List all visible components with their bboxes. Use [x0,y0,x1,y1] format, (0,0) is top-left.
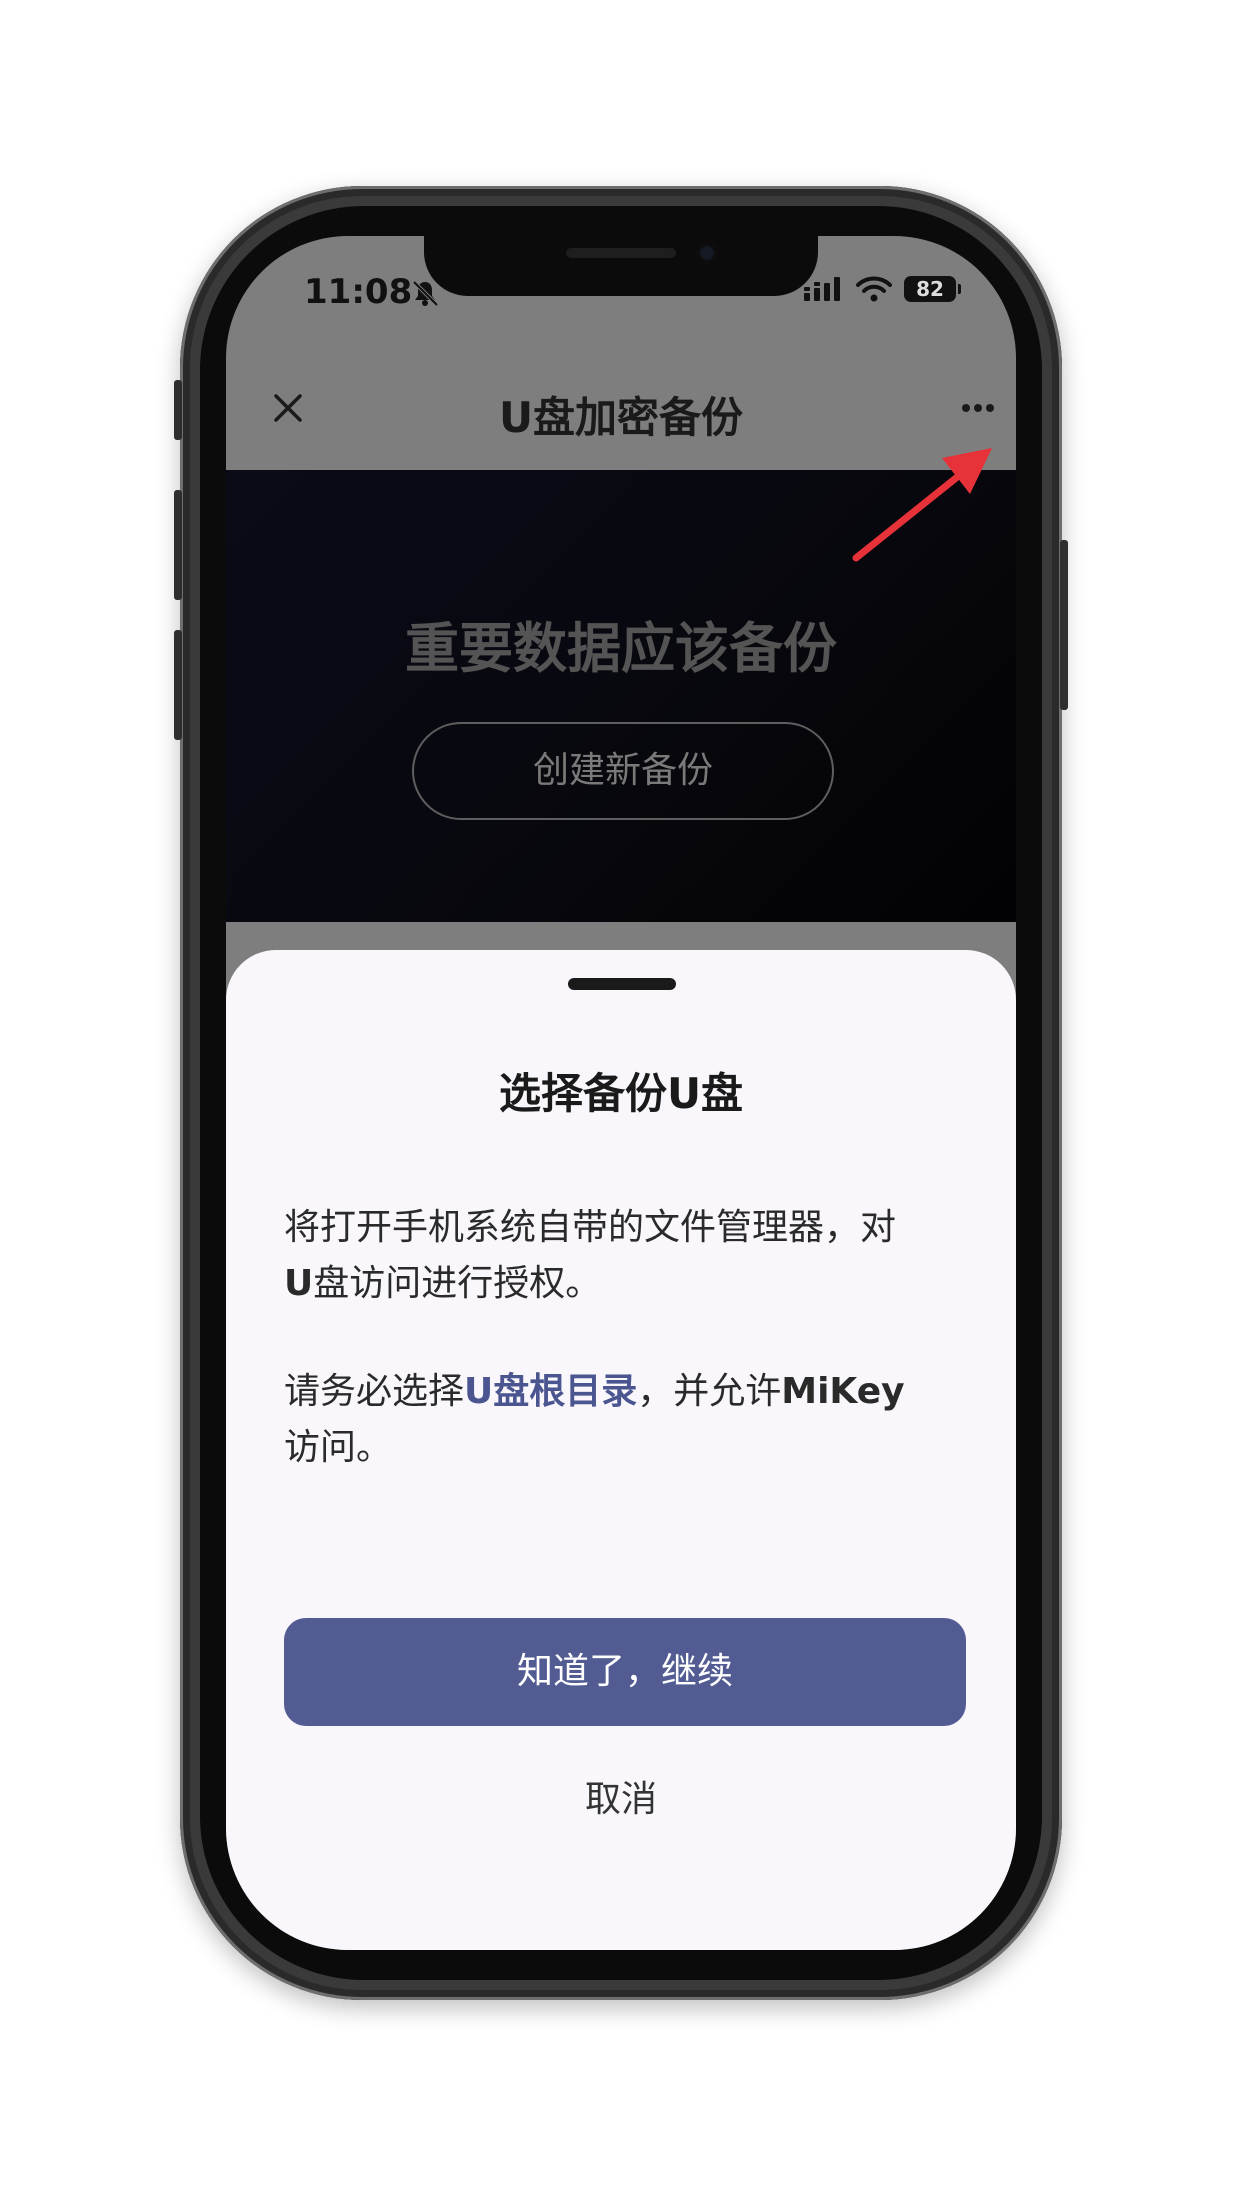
mute-switch [174,380,182,440]
create-backup-button[interactable]: 创建新备份 [412,722,834,820]
more-icon[interactable] [956,386,1000,430]
sheet-title: 选择备份U盘 [498,1069,744,1118]
signal-icon [804,277,840,301]
para2-prefix: 请务必选择 [284,1371,465,1412]
para2-suffix: 访问。 [284,1427,393,1468]
para2-bold: MiKey [781,1371,905,1412]
para1-line1: 将打开手机系统自带的文件管理器，对 [284,1207,897,1248]
speaker-grille [566,248,676,258]
cancel-button[interactable]: 取消 [226,1770,1016,1822]
status-icons: 82 [804,276,961,302]
volume-up-button [174,490,182,600]
confirm-continue-button[interactable]: 知道了，继续 [284,1618,966,1726]
notch [424,236,818,296]
para1-bold: U [284,1263,314,1304]
sheet-drag-handle[interactable] [568,978,676,990]
para2-middle: ，并允许 [637,1371,782,1412]
front-camera [696,242,718,264]
annotation-arrow-icon [852,448,992,562]
sheet-paragraph-2: 请务必选择U盘根目录，并允许MiKey 访问。 [284,1364,964,1476]
phone-screen: 11:08 82 U盘加密备份 重要数据应该备份 创建新备份 选择备份U盘 将打… [226,236,1016,1950]
sheet-paragraph-1: 将打开手机系统自带的文件管理器，对 U盘访问进行授权。 [284,1200,964,1312]
wifi-icon [856,276,892,302]
battery-icon: 82 [904,276,961,302]
para2-highlight: U盘根目录 [464,1371,638,1412]
power-button [1060,540,1068,710]
bottom-sheet: 选择备份U盘 将打开手机系统自带的文件管理器，对 U盘访问进行授权。 请务必选择… [226,950,1016,1950]
status-time: 11:08 [304,272,413,312]
hero-title: 重要数据应该备份 [405,617,837,680]
para1-rest: 盘访问进行授权。 [313,1263,602,1304]
volume-down-button [174,630,182,740]
